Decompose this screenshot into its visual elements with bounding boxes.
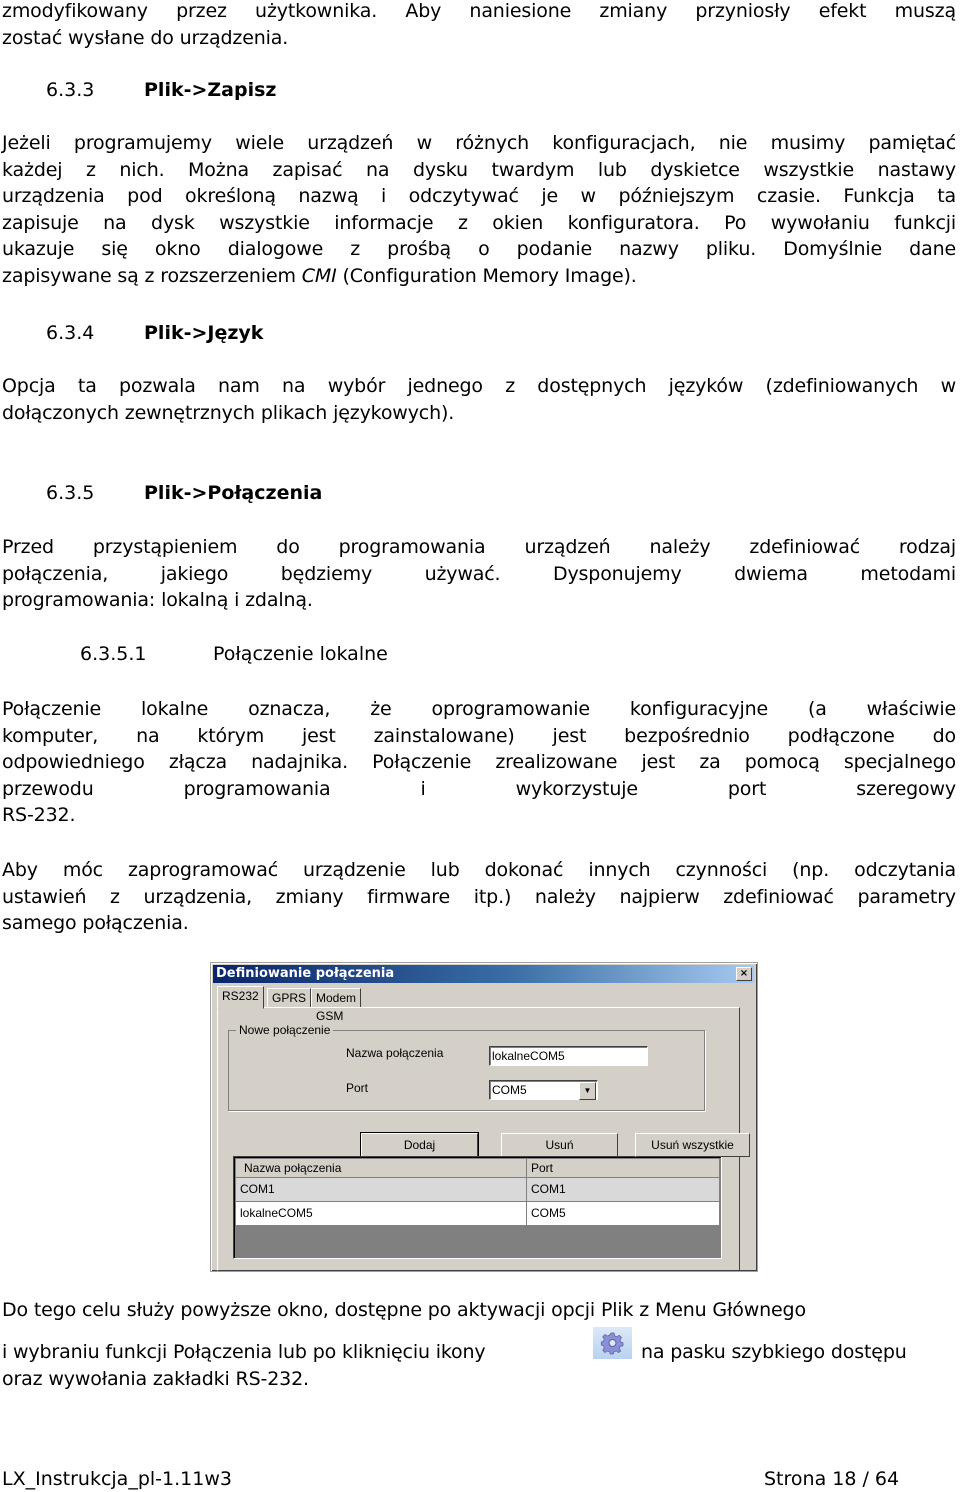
section-number: 6.3.5.1	[80, 643, 147, 665]
close-button[interactable]: ×	[736, 967, 752, 981]
text-line: komputer, na którym jest zainstalowane) …	[2, 724, 956, 747]
new-connection-group	[228, 1030, 705, 1111]
section-6-3-5-paragraph: Przed przystąpieniem do programowania ur…	[2, 534, 956, 614]
text-line: samego połączenia.	[2, 912, 189, 934]
section-6-3-5-1-paragraph-1: Połączenie lokalne oznacza, że oprogramo…	[2, 696, 956, 829]
list-row[interactable]: COM1 COM1	[236, 1178, 719, 1201]
tab-gprs[interactable]: GPRS	[267, 988, 312, 1008]
intro-paragraph: zmodyfikowany przez użytkownika. Aby nan…	[2, 0, 956, 51]
list-row[interactable]: lokalneCOM5 COM5	[236, 1202, 719, 1225]
dialog-title: Definiowanie połączenia	[216, 966, 395, 981]
text-line: RS-232.	[2, 804, 76, 826]
row-port: COM1	[531, 1182, 566, 1196]
section-title: Plik->Zapisz	[144, 79, 277, 101]
text-line: zmodyfikowany przez użytkownika. Aby nan…	[2, 0, 956, 22]
section-title: Plik->Język	[144, 322, 264, 344]
group-label: Nowe połączenie	[236, 1023, 334, 1037]
section-title: Połączenie lokalne	[213, 643, 388, 665]
column-header-name[interactable]: Nazwa połączenia	[240, 1159, 341, 1177]
remove-button[interactable]: Usuń	[501, 1133, 618, 1157]
footer-document-name: LX_Instrukcja_pl-1.11w3	[2, 1468, 232, 1490]
connection-name-label: Nazwa połączenia	[346, 1046, 444, 1060]
section-6-3-4-paragraph: Opcja ta pozwala nam na wybór jednego z …	[2, 373, 956, 426]
connections-list[interactable]: Nazwa połączenia Port COM1 COM1 lokalneC…	[233, 1156, 722, 1259]
row-connection-name: lokalneCOM5	[240, 1206, 313, 1220]
row-connection-name: COM1	[240, 1182, 275, 1196]
connection-name-input[interactable]: lokalneCOM5	[489, 1046, 648, 1066]
text-line: Aby móc zaprogramować urządzenie lub dok…	[2, 859, 956, 881]
text-line: programowania: lokalną i zdalną.	[2, 589, 313, 611]
remove-all-button[interactable]: Usuń wszystkie	[635, 1133, 750, 1157]
connection-dialog: Definiowanie połączenia × RS232 GPRS Mod…	[210, 962, 758, 1272]
text-line: przewodu programowania i wykorzystuje po…	[2, 777, 956, 800]
text-span: (Configuration Memory Image).	[336, 264, 637, 287]
port-value: COM5	[492, 1083, 527, 1097]
after-dialog-line-1: Do tego celu służy powyższe okno, dostęp…	[2, 1299, 806, 1321]
text-line: zapisywane są z rozszerzeniem CMI (Confi…	[2, 263, 956, 290]
after-dialog-line-2a: i wybraniu funkcji Połączenia lub po kli…	[2, 1341, 486, 1363]
list-header: Nazwa połączenia Port	[236, 1159, 719, 1178]
text-span: zapisywane są z rozszerzeniem	[2, 264, 302, 287]
section-number: 6.3.4	[46, 322, 95, 344]
dialog-titlebar: Definiowanie połączenia ×	[213, 965, 754, 983]
row-port: COM5	[531, 1206, 566, 1220]
section-number: 6.3.5	[46, 482, 95, 504]
text-line: urządzenia pod określoną nazwą i odczyty…	[2, 185, 956, 207]
text-line: dołączonych zewnętrznych plikach językow…	[2, 401, 455, 424]
section-6-3-3-paragraph: Jeżeli programujemy wiele urządzeń w róż…	[2, 130, 956, 289]
column-header-port[interactable]: Port	[527, 1159, 553, 1177]
text-line: każdej z nich. Można zapisać na dysku tw…	[2, 158, 956, 181]
section-6-3-5-1-paragraph-2: Aby móc zaprogramować urządzenie lub dok…	[2, 857, 956, 937]
port-label: Port	[346, 1081, 369, 1095]
text-line: Jeżeli programujemy wiele urządzeń w róż…	[2, 132, 956, 154]
gear-icon	[593, 1327, 632, 1359]
close-icon: ×	[739, 968, 749, 979]
text-line: zapisuje na dysk wszystkie informacje z …	[2, 211, 956, 234]
text-line: połączenia, jakiego będziemy używać. Dys…	[2, 562, 956, 585]
after-dialog-line-3: oraz wywołania zakładki RS-232.	[2, 1368, 309, 1390]
section-number: 6.3.3	[46, 79, 95, 101]
section-title: Plik->Połączenia	[144, 482, 323, 504]
text-line: zostać wysłane do urządzenia.	[2, 26, 289, 49]
chevron-down-icon[interactable]: ▼	[579, 1082, 596, 1100]
tab-rs232[interactable]: RS232	[217, 986, 264, 1009]
tab-modem-gsm[interactable]: Modem GSM	[311, 988, 362, 1023]
add-button[interactable]: Dodaj	[360, 1132, 479, 1158]
text-line: ukazuje się okno dialogowe z prośbą o po…	[2, 238, 956, 260]
footer-page-number: Strona 18 / 64	[764, 1468, 900, 1490]
file-extension: CMI	[301, 264, 337, 287]
text-line: Przed przystąpieniem do programowania ur…	[2, 536, 956, 558]
after-dialog-line-2b: na pasku szybkiego dostępu	[641, 1341, 907, 1363]
text-line: ustawień z urządzenia, zmiany firmware i…	[2, 885, 956, 908]
text-line: Opcja ta pozwala nam na wybór jednego z …	[2, 375, 956, 397]
text-line: Połączenie lokalne oznacza, że oprogramo…	[2, 698, 956, 720]
text-line: odpowiedniego złącza nadajnika. Połączen…	[2, 751, 956, 773]
port-select[interactable]: COM5 ▼	[489, 1080, 598, 1100]
